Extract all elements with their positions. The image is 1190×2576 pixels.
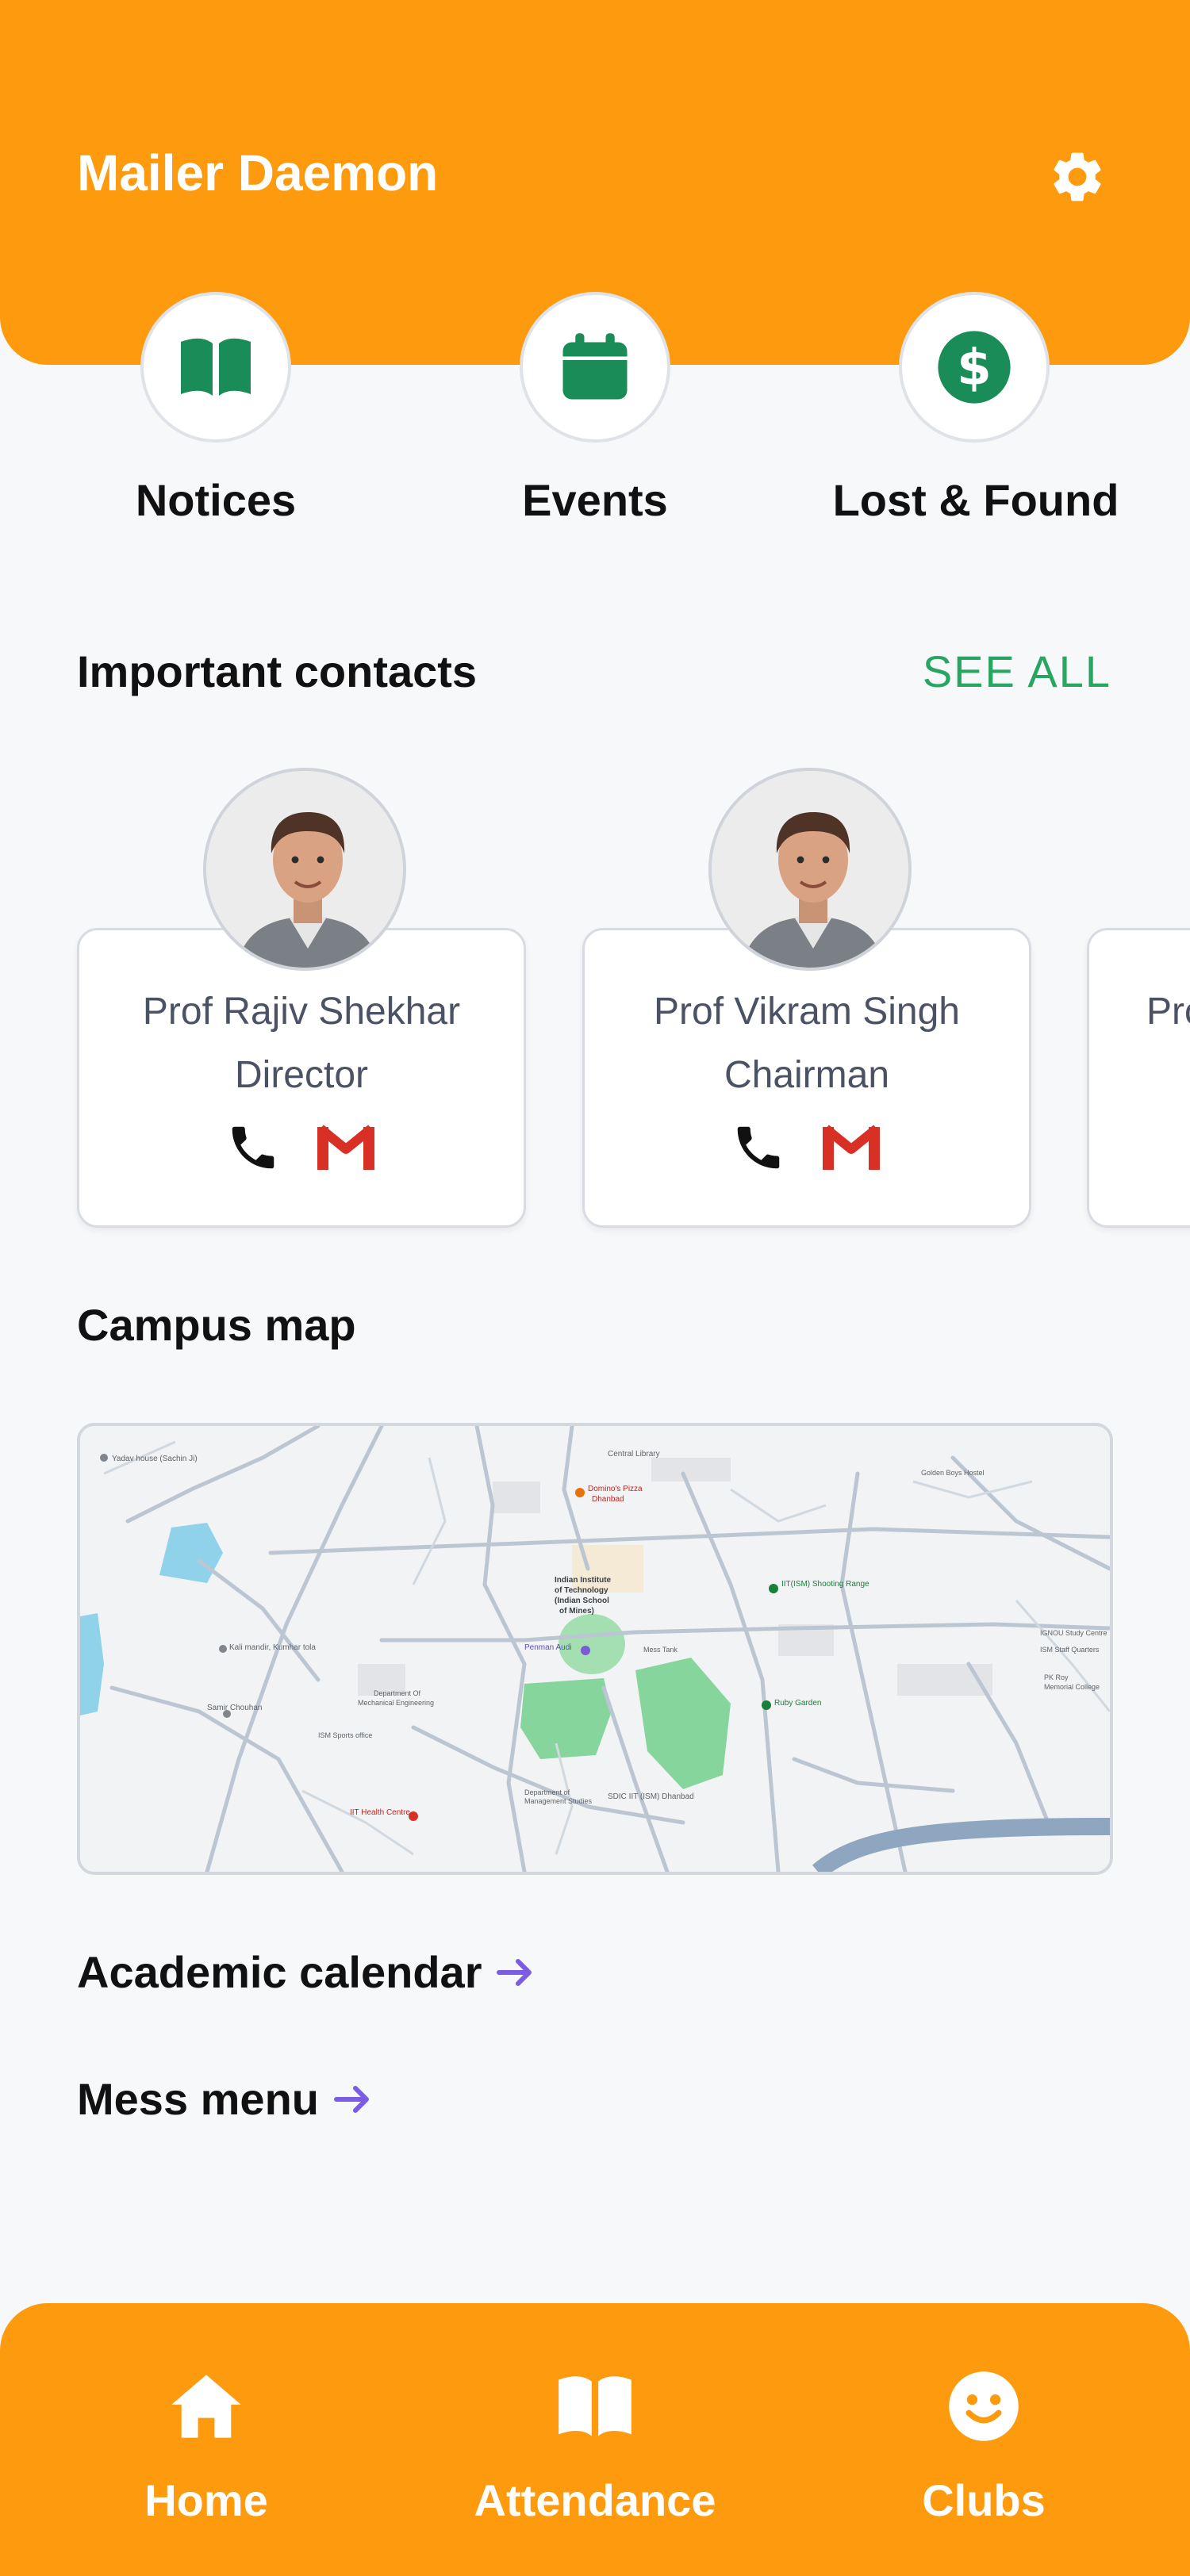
phone-icon[interactable] <box>731 1120 786 1175</box>
contact-card[interactable]: Prof <box>1087 928 1190 1228</box>
svg-text:Mechanical Engineering: Mechanical Engineering <box>358 1699 434 1707</box>
nav-home-label: Home <box>144 2475 268 2525</box>
app-title: Mailer Daemon <box>77 144 439 201</box>
svg-text:(Indian School: (Indian School <box>555 1597 609 1605</box>
dollar-icon: $ <box>938 331 1011 404</box>
gear-icon[interactable] <box>1047 147 1107 207</box>
svg-text:Mess Tank: Mess Tank <box>643 1646 678 1654</box>
nav-attendance-label: Attendance <box>474 2475 716 2525</box>
svg-text:$: $ <box>957 339 991 397</box>
campus-map[interactable]: Yadav house (Sachin Ji) Central Library … <box>77 1423 1113 1875</box>
notices-button[interactable] <box>140 292 291 443</box>
svg-text:of Mines): of Mines) <box>559 1607 594 1616</box>
contact-role: Director <box>234 1054 369 1096</box>
arrow-right-icon <box>334 2085 369 2113</box>
lost-found-label: Lost & Found <box>832 475 1119 525</box>
bottom-navigation: Home Attendance Clubs <box>0 2303 1190 2576</box>
contact-name: Prof <box>1146 991 1190 1033</box>
svg-text:Indian Institute: Indian Institute <box>555 1576 612 1585</box>
mess-menu-link[interactable]: Mess menu <box>77 2075 373 2124</box>
svg-text:ISM Sports office: ISM Sports office <box>318 1731 372 1739</box>
svg-text:Memorial College: Memorial College <box>1044 1683 1100 1691</box>
nav-home[interactable]: Home <box>119 2367 294 2525</box>
calendar-icon <box>562 333 628 400</box>
gmail-icon[interactable] <box>314 1122 378 1173</box>
contact-card[interactable]: Prof Rajiv Shekhar Director <box>77 928 526 1228</box>
svg-text:Domino's Pizza: Domino's Pizza <box>588 1485 643 1493</box>
svg-text:ISM Staff Quarters: ISM Staff Quarters <box>1040 1646 1100 1654</box>
nav-clubs-label: Clubs <box>922 2475 1046 2525</box>
svg-text:Penman Audi: Penman Audi <box>524 1643 572 1652</box>
contact-name: Prof Vikram Singh <box>654 991 960 1033</box>
svg-text:Department of: Department of <box>524 1788 570 1796</box>
svg-text:Samir Chouhan: Samir Chouhan <box>207 1704 262 1712</box>
academic-calendar-link[interactable]: Academic calendar <box>77 1948 536 1997</box>
svg-text:SDIC IIT (ISM) Dhanbad: SDIC IIT (ISM) Dhanbad <box>608 1792 694 1801</box>
svg-text:Kali mandir, Kumhar tola: Kali mandir, Kumhar tola <box>229 1643 316 1652</box>
nav-clubs[interactable]: Clubs <box>896 2367 1071 2525</box>
svg-text:of Technology: of Technology <box>555 1586 608 1595</box>
events-label: Events <box>522 475 668 525</box>
svg-text:Golden Boys Hostel: Golden Boys Hostel <box>921 1469 985 1477</box>
campus-map-title: Campus map <box>77 1300 356 1350</box>
svg-text:Ruby Garden: Ruby Garden <box>774 1699 821 1708</box>
gmail-icon[interactable] <box>820 1122 883 1173</box>
contacts-title: Important contacts <box>77 646 478 696</box>
events-button[interactable] <box>520 292 670 443</box>
contact-card[interactable]: Prof Vikram Singh Chairman <box>582 928 1031 1228</box>
mess-menu-label: Mess menu <box>77 2074 319 2124</box>
open-book-icon <box>181 338 251 396</box>
phone-icon[interactable] <box>225 1120 281 1175</box>
see-all-link[interactable]: SEE ALL <box>923 647 1111 696</box>
notices-label: Notices <box>135 475 297 525</box>
arrow-right-icon <box>497 1958 532 1986</box>
avatar <box>203 768 406 971</box>
smiley-icon <box>949 2371 1019 2441</box>
contact-role: Chairman <box>724 1054 890 1096</box>
svg-text:IGNOU Study Centre: IGNOU Study Centre <box>1040 1629 1107 1637</box>
svg-text:Yadav house (Sachin Ji): Yadav house (Sachin Ji) <box>112 1455 198 1463</box>
svg-text:IIT(ISM) Shooting Range: IIT(ISM) Shooting Range <box>781 1580 869 1589</box>
svg-text:Management Studies: Management Studies <box>524 1797 593 1805</box>
svg-text:Dhanbad: Dhanbad <box>592 1495 624 1504</box>
avatar <box>708 768 912 971</box>
svg-text:PK Roy: PK Roy <box>1044 1673 1069 1681</box>
book-icon <box>559 2376 631 2436</box>
svg-text:IIT Health Centre: IIT Health Centre <box>350 1808 410 1817</box>
home-icon <box>171 2375 241 2438</box>
svg-text:Department Of: Department Of <box>374 1689 421 1697</box>
academic-calendar-label: Academic calendar <box>77 1947 482 1997</box>
lost-found-button[interactable]: $ <box>899 292 1050 443</box>
svg-text:Central Library: Central Library <box>608 1450 660 1459</box>
nav-attendance[interactable]: Attendance <box>460 2367 730 2525</box>
contact-name: Prof Rajiv Shekhar <box>142 991 461 1033</box>
